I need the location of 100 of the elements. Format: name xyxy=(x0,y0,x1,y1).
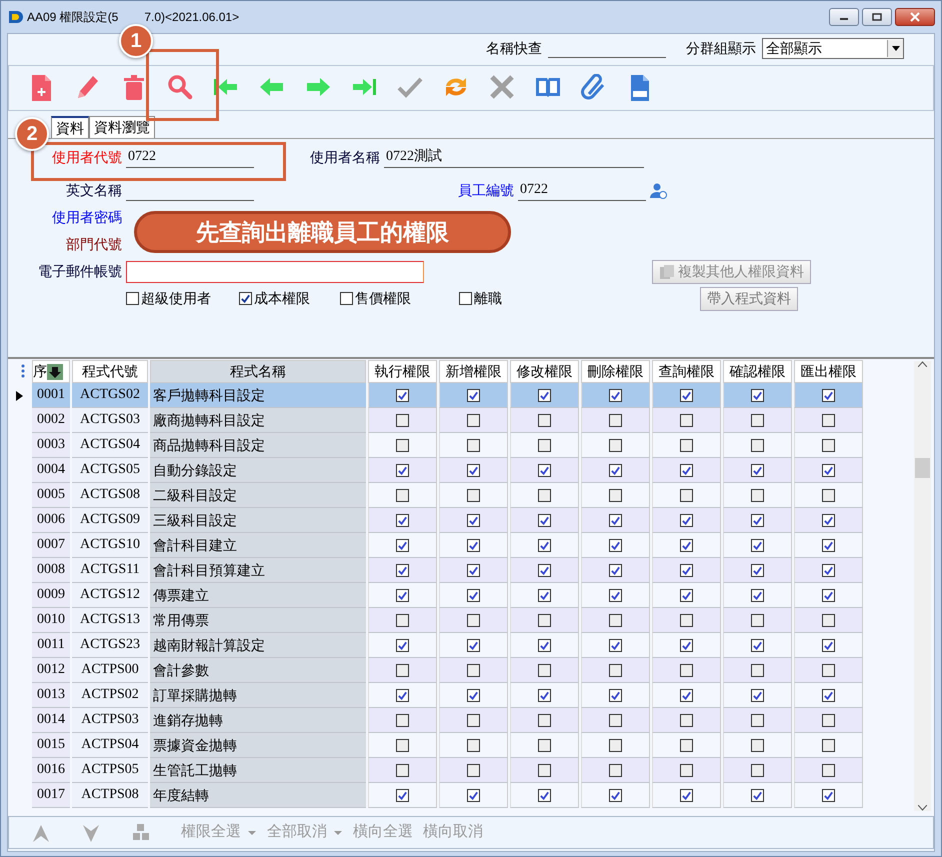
checkbox[interactable] xyxy=(396,738,409,752)
checkbox[interactable] xyxy=(396,688,409,702)
column-header[interactable]: 程式名稱 xyxy=(150,360,366,383)
checkbox[interactable] xyxy=(680,738,693,752)
checkbox[interactable] xyxy=(467,738,480,752)
checkbox[interactable] xyxy=(680,614,693,626)
text-field[interactable]: 0722測試 xyxy=(384,147,644,168)
checkbox[interactable] xyxy=(396,638,409,652)
checkbox[interactable] xyxy=(680,788,693,802)
checkbox[interactable] xyxy=(680,688,693,702)
column-header[interactable]: 修改權限 xyxy=(510,360,579,383)
checkbox[interactable] xyxy=(538,588,551,602)
checkbox[interactable] xyxy=(538,714,551,726)
checkbox[interactable] xyxy=(822,388,835,402)
checkbox[interactable] xyxy=(751,664,764,676)
checkbox[interactable] xyxy=(822,738,835,752)
checkbox[interactable] xyxy=(538,564,551,576)
checkbox[interactable] xyxy=(538,388,551,402)
checkbox[interactable] xyxy=(467,764,480,776)
checkbox[interactable] xyxy=(126,292,139,305)
checkbox[interactable] xyxy=(538,438,551,452)
checkbox[interactable] xyxy=(822,688,835,702)
scrollbar[interactable] xyxy=(914,361,931,811)
maximize-button[interactable] xyxy=(862,8,892,26)
checkbox[interactable] xyxy=(609,388,622,402)
checkbox[interactable] xyxy=(396,588,409,602)
checkbox-option[interactable]: 售價權限 xyxy=(340,288,411,309)
checkbox[interactable] xyxy=(751,388,764,402)
column-header[interactable]: 執行權限 xyxy=(368,360,437,383)
checkbox[interactable] xyxy=(396,764,409,776)
group-select[interactable]: 全部顯示 xyxy=(762,38,904,58)
checkbox[interactable] xyxy=(396,414,409,426)
checkbox[interactable] xyxy=(609,538,622,552)
checkbox[interactable] xyxy=(467,614,480,626)
checkbox[interactable] xyxy=(751,488,764,502)
checkbox[interactable] xyxy=(751,714,764,726)
checkbox[interactable] xyxy=(467,414,480,426)
checkbox[interactable] xyxy=(467,588,480,602)
checkbox[interactable] xyxy=(680,714,693,726)
checkbox[interactable] xyxy=(467,788,480,802)
checkbox[interactable] xyxy=(751,638,764,652)
checkbox[interactable] xyxy=(822,514,835,526)
checkbox[interactable] xyxy=(609,714,622,726)
checkbox[interactable] xyxy=(680,564,693,576)
checkbox[interactable] xyxy=(538,738,551,752)
checkbox[interactable] xyxy=(822,464,835,476)
checkbox[interactable] xyxy=(609,788,622,802)
checkbox[interactable] xyxy=(396,488,409,502)
checkbox[interactable] xyxy=(538,688,551,702)
checkbox[interactable] xyxy=(396,538,409,552)
checkbox[interactable] xyxy=(680,388,693,402)
checkbox[interactable] xyxy=(822,638,835,652)
checkbox[interactable] xyxy=(538,538,551,552)
checkbox[interactable] xyxy=(680,588,693,602)
checkbox[interactable] xyxy=(538,464,551,476)
checkbox[interactable] xyxy=(609,488,622,502)
checkbox[interactable] xyxy=(396,564,409,576)
checkbox[interactable] xyxy=(340,292,353,305)
checkbox-option[interactable]: 成本權限 xyxy=(239,288,310,309)
checkbox[interactable] xyxy=(751,564,764,576)
column-header[interactable]: 刪除權限 xyxy=(581,360,650,383)
checkbox-option[interactable]: 離職 xyxy=(459,288,502,309)
checkbox[interactable] xyxy=(467,564,480,576)
checkbox[interactable] xyxy=(609,464,622,476)
checkbox[interactable] xyxy=(467,438,480,452)
checkbox[interactable] xyxy=(538,414,551,426)
checkbox[interactable] xyxy=(680,438,693,452)
checkbox[interactable] xyxy=(751,614,764,626)
checkbox[interactable] xyxy=(467,514,480,526)
checkbox[interactable] xyxy=(822,588,835,602)
checkbox[interactable] xyxy=(538,614,551,626)
checkbox[interactable] xyxy=(459,292,472,305)
checkbox[interactable] xyxy=(396,514,409,526)
checkbox[interactable] xyxy=(609,564,622,576)
checkbox[interactable] xyxy=(467,664,480,676)
scrollbar-thumb[interactable] xyxy=(915,458,930,478)
text-field[interactable]: 0722 xyxy=(126,147,254,168)
checkbox[interactable] xyxy=(822,614,835,626)
checkbox[interactable] xyxy=(822,714,835,726)
checkbox[interactable] xyxy=(751,764,764,776)
checkbox-option[interactable]: 超級使用者 xyxy=(126,288,211,309)
checkbox[interactable] xyxy=(396,438,409,452)
checkbox[interactable] xyxy=(609,414,622,426)
checkbox[interactable] xyxy=(751,438,764,452)
checkbox[interactable] xyxy=(751,538,764,552)
checkbox[interactable] xyxy=(751,514,764,526)
checkbox[interactable] xyxy=(822,538,835,552)
checkbox[interactable] xyxy=(822,438,835,452)
column-header[interactable]: 確認權限 xyxy=(723,360,792,383)
checkbox[interactable] xyxy=(538,764,551,776)
close-button[interactable] xyxy=(895,8,935,26)
checkbox[interactable] xyxy=(680,664,693,676)
checkbox[interactable] xyxy=(609,638,622,652)
checkbox[interactable] xyxy=(467,538,480,552)
checkbox[interactable] xyxy=(538,514,551,526)
checkbox[interactable] xyxy=(538,488,551,502)
checkbox[interactable] xyxy=(467,638,480,652)
checkbox[interactable] xyxy=(822,788,835,802)
import-button[interactable]: 帶入程式資料 xyxy=(700,286,798,310)
checkbox[interactable] xyxy=(538,638,551,652)
